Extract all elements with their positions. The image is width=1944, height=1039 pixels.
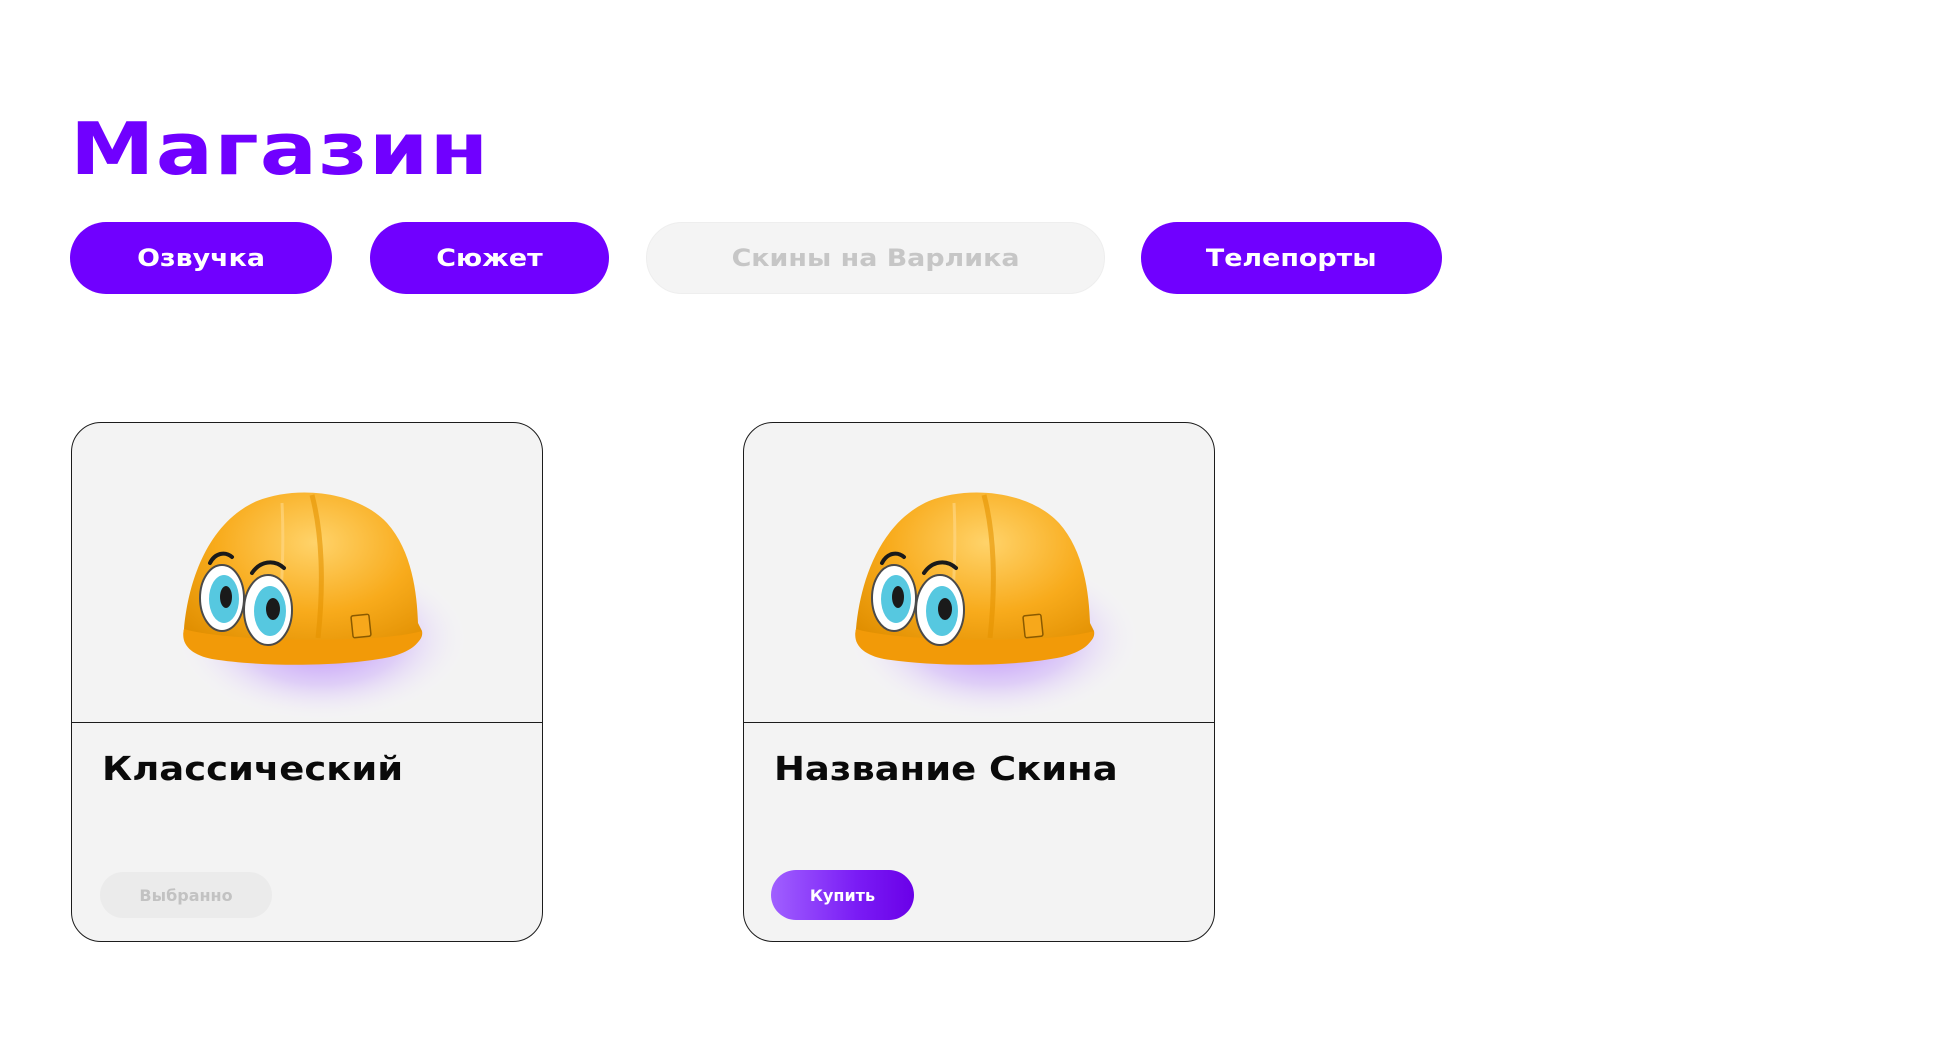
skin-name: Классический bbox=[102, 749, 404, 788]
tab-teleports[interactable]: Телепорты bbox=[1141, 222, 1442, 294]
skin-name: Название Скина bbox=[774, 749, 1118, 788]
selected-button: Выбранно bbox=[100, 872, 272, 918]
buy-button[interactable]: Купить bbox=[771, 870, 914, 920]
tab-voiceover[interactable]: Озвучка bbox=[70, 222, 332, 294]
helmet-with-eyes-icon bbox=[844, 492, 1144, 723]
skin-image bbox=[72, 423, 542, 723]
helmet-with-eyes-icon bbox=[172, 492, 472, 723]
skin-image bbox=[744, 423, 1214, 723]
shop-page: Магазин Озвучка Сюжет Скины на Варлика Т… bbox=[0, 0, 1944, 1039]
skin-card: Название Скина Купить bbox=[743, 422, 1215, 942]
page-title: Магазин bbox=[70, 107, 490, 191]
skin-card: Классический Выбранно bbox=[71, 422, 543, 942]
tab-story[interactable]: Сюжет bbox=[370, 222, 609, 294]
tab-warlik-skins[interactable]: Скины на Варлика bbox=[646, 222, 1105, 294]
